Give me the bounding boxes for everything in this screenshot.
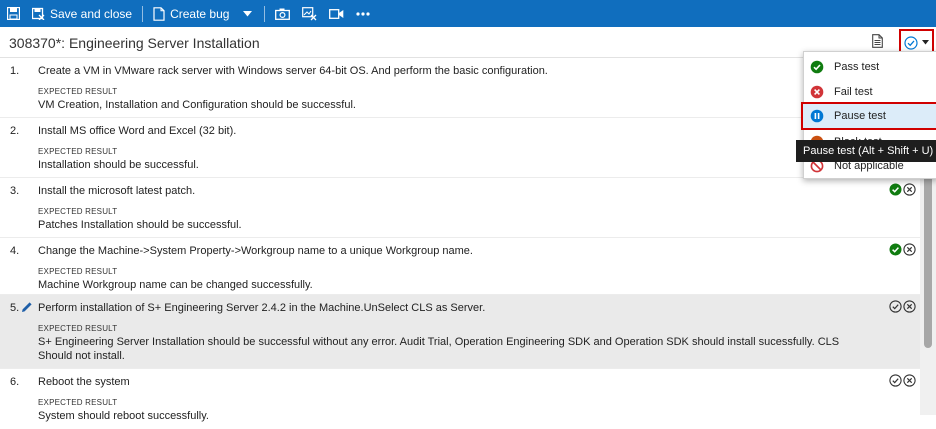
fail-step-icon[interactable]: [903, 243, 916, 256]
pass-step-icon[interactable]: [889, 300, 902, 313]
test-step[interactable]: 2. Install MS office Word and Excel (32 …: [0, 118, 920, 178]
save-and-close-button[interactable]: Save and close: [26, 0, 138, 27]
expected-result-label: EXPECTED RESULT: [38, 147, 118, 156]
step-action: Create a VM in VMware rack server with W…: [38, 65, 548, 77]
step-action: Install the microsoft latest patch.: [38, 185, 196, 197]
expected-result-label: EXPECTED RESULT: [38, 324, 118, 333]
test-step[interactable]: 6. Reboot the system EXPECTED RESULT Sys…: [0, 369, 920, 429]
save-button[interactable]: [0, 0, 26, 27]
step-status: [889, 243, 916, 256]
menu-item-pass-test[interactable]: Pass test: [804, 54, 936, 79]
screenshot-button[interactable]: [269, 0, 296, 27]
create-bug-dropdown[interactable]: [235, 0, 260, 27]
test-step[interactable]: 3. Install the microsoft latest patch. E…: [0, 178, 920, 238]
expected-result-label: EXPECTED RESULT: [38, 267, 118, 276]
more-icon: [356, 11, 371, 16]
pause-icon: [810, 109, 824, 123]
title-bar: 308370*: Engineering Server Installation: [0, 27, 936, 58]
video-camera-icon: [329, 8, 344, 19]
step-action: Change the Machine->System Property->Wor…: [38, 245, 473, 257]
step-number: 4.: [10, 245, 20, 257]
save-icon: [7, 7, 20, 20]
step-status: [889, 300, 916, 313]
menu-item-pause-test[interactable]: Pause test: [801, 102, 936, 130]
pencil-edit-icon: [22, 302, 32, 312]
create-bug-button[interactable]: Create bug: [147, 0, 235, 27]
camera-icon: [275, 8, 291, 20]
image-action-icon: [302, 6, 317, 20]
expected-result-text: Patches Installation should be successfu…: [38, 219, 242, 231]
step-number: 5.: [10, 302, 20, 314]
fail-step-icon[interactable]: [903, 300, 916, 313]
step-number: 2.: [10, 125, 20, 137]
chevron-down-icon: [922, 40, 929, 45]
bug-document-icon: [153, 6, 165, 21]
save-and-close-label: Save and close: [50, 6, 133, 21]
pass-icon: [810, 60, 824, 73]
pass-step-icon[interactable]: [889, 243, 902, 256]
toolbar-separator: [142, 5, 144, 22]
step-number: 3.: [10, 185, 20, 197]
expected-result-label: EXPECTED RESULT: [38, 87, 118, 96]
expected-result-label: EXPECTED RESULT: [38, 207, 118, 216]
fail-icon: [810, 85, 824, 98]
save-close-icon: [32, 7, 45, 20]
capture-actions-button[interactable]: [296, 0, 323, 27]
menu-item-label: Fail test: [834, 85, 873, 98]
menu-item-fail-test[interactable]: Fail test: [804, 79, 936, 104]
step-status: [889, 374, 916, 387]
pause-test-tooltip: Pause test (Alt + Shift + U): [796, 140, 936, 162]
expected-result-text: Machine Workgroup name can be changed su…: [38, 279, 313, 291]
pass-step-icon[interactable]: [889, 374, 902, 387]
expected-result-text: VM Creation, Installation and Configurat…: [38, 99, 356, 111]
test-step[interactable]: 4. Change the Machine->System Property->…: [0, 238, 920, 295]
test-step[interactable]: 1. Create a VM in VMware rack server wit…: [0, 58, 920, 118]
step-action: Install MS office Word and Excel (32 bit…: [38, 125, 237, 137]
menu-item-label: Pause test: [834, 110, 886, 122]
fail-step-icon[interactable]: [903, 183, 916, 196]
outcome-check-icon: [904, 35, 918, 50]
document-icon: [872, 34, 883, 48]
test-steps-list: 1. Create a VM in VMware rack server wit…: [0, 58, 920, 422]
step-action: Perform installation of S+ Engineering S…: [38, 302, 486, 314]
fail-step-icon[interactable]: [903, 374, 916, 387]
step-status: [889, 183, 916, 196]
menu-item-label: Pass test: [834, 60, 880, 73]
toolbar-separator: [264, 5, 266, 22]
step-number: 1.: [10, 65, 20, 77]
toolbar: Save and close Create bug: [0, 0, 936, 27]
expected-result-text: Installation should be successful.: [38, 159, 199, 171]
page-title: 308370*: Engineering Server Installation: [9, 35, 260, 51]
step-number: 6.: [10, 376, 20, 388]
expected-result-label: EXPECTED RESULT: [38, 398, 118, 407]
step-action: Reboot the system: [38, 376, 130, 388]
expected-result-text: S+ Engineering Server Installation shoul…: [38, 336, 840, 362]
chevron-down-icon: [243, 10, 253, 16]
record-video-button[interactable]: [323, 0, 350, 27]
more-options-button[interactable]: [350, 0, 376, 27]
create-bug-label: Create bug: [170, 6, 230, 21]
test-step-selected[interactable]: 5. Perform installation of S+ Engineerin…: [0, 295, 920, 369]
pass-step-icon[interactable]: [889, 183, 902, 196]
expected-result-text: System should reboot successfully.: [38, 410, 209, 422]
